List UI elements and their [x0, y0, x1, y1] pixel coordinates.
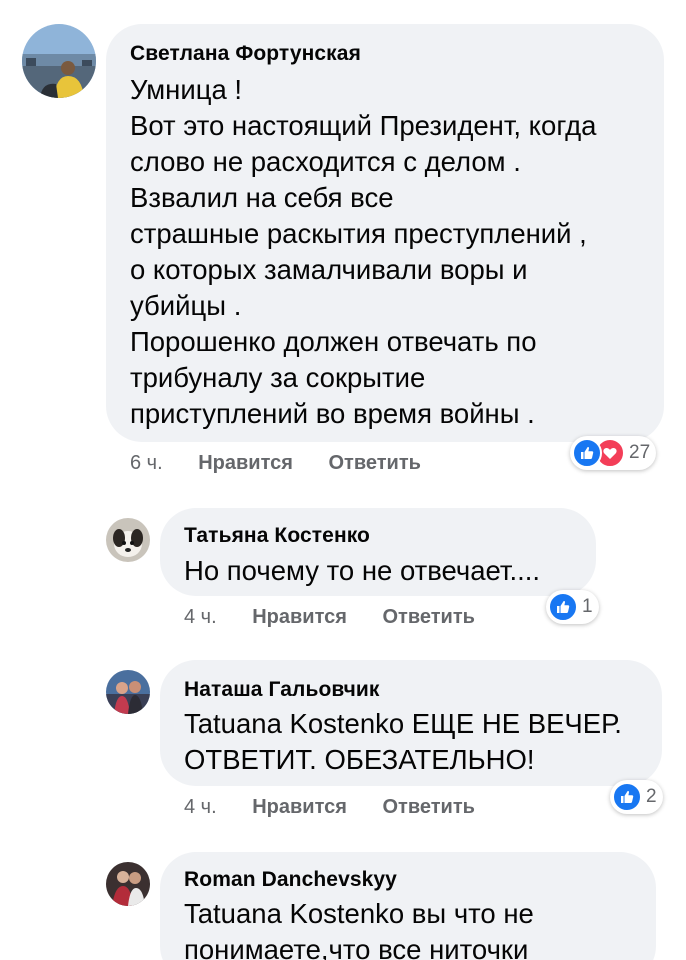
comment-author[interactable]: Roman Danchevskyy	[184, 868, 397, 892]
thumbs-up-icon	[612, 782, 642, 812]
thumbs-up-icon	[548, 592, 578, 622]
avatar-photo	[106, 862, 150, 906]
comment-text-line: понимаете,что все ниточки	[184, 934, 529, 960]
avatar[interactable]	[106, 862, 150, 906]
comment-roman: Roman Danchevskyy Tatuana Kostenko вы чт…	[0, 0, 686, 960]
thumbs-up-icon	[572, 438, 602, 468]
comment-text: Tatuana Kostenko вы что не понимаете,что…	[184, 896, 534, 960]
comment-text-line: Tatuana Kostenko вы что не	[184, 898, 534, 929]
comments-thread: Светлана Фортунская Умница ! Вот это нас…	[0, 0, 686, 960]
